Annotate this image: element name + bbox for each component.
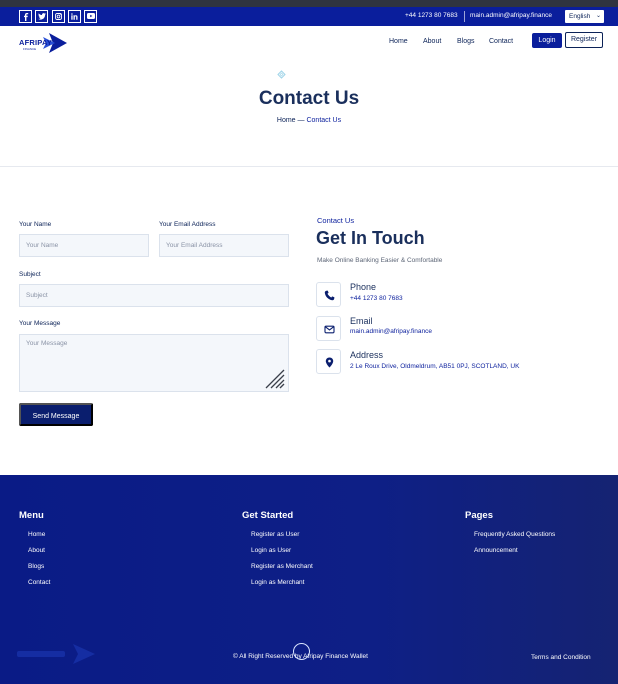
footer-link-register-user[interactable]: Register as User	[251, 531, 299, 538]
register-button[interactable]: Register	[565, 32, 603, 48]
message-textarea[interactable]	[19, 334, 289, 392]
breadcrumb-current: Contact Us	[306, 117, 342, 124]
location-icon-box	[316, 349, 341, 374]
page-title: Contact Us	[258, 88, 360, 109]
footer-menu-title: Menu	[19, 510, 44, 521]
chevron-down-icon: ⌄	[595, 13, 601, 19]
contact-phone-value[interactable]: +44 1273 80 7683	[350, 295, 403, 302]
phone-icon	[324, 290, 335, 301]
footer-pages-title: Pages	[465, 510, 493, 521]
location-pin-icon	[325, 357, 334, 368]
message-label: Your Message	[19, 320, 61, 327]
afripay-logo[interactable]: AFRIPAY FINANCE	[19, 31, 69, 55]
contact-email-title: Email	[350, 316, 373, 326]
contact-title: Get In Touch	[316, 228, 425, 248]
twitter-icon[interactable]	[35, 10, 48, 23]
browser-chrome-strip	[0, 0, 618, 7]
instagram-icon[interactable]	[52, 10, 65, 23]
nav-about[interactable]: About	[423, 38, 441, 45]
footer-link-login-merchant[interactable]: Login as Merchant	[251, 579, 304, 586]
contact-subtitle: Make Online Banking Easier & Comfortable	[317, 257, 443, 264]
nav-blogs[interactable]: Blogs	[457, 38, 475, 45]
footer-link-register-merchant[interactable]: Register as Merchant	[251, 563, 313, 570]
topbar-phone[interactable]: +44 1273 80 7683	[405, 12, 458, 19]
footer-link-contact[interactable]: Contact	[28, 579, 50, 586]
name-input[interactable]	[19, 234, 149, 257]
language-select-value: English	[569, 13, 591, 20]
nav-home[interactable]: Home	[389, 38, 408, 45]
decorative-sparkle-icon	[277, 70, 286, 79]
email-input[interactable]	[159, 234, 289, 257]
breadcrumb: Home — Contact Us	[0, 117, 618, 124]
footer-link-login-user[interactable]: Login as User	[251, 547, 291, 554]
contact-address-value: 2 Le Roux Drive, Oldmeldrum, AB51 0PJ, S…	[350, 363, 520, 370]
linkedin-icon[interactable]	[68, 10, 81, 23]
contact-address-title: Address	[350, 350, 384, 360]
mail-icon-box	[316, 316, 341, 341]
footer-link-announcement[interactable]: Announcement	[474, 547, 518, 554]
topbar-divider	[464, 11, 465, 22]
mail-icon	[324, 325, 335, 334]
subject-label: Subject	[19, 271, 41, 278]
nav-contact[interactable]: Contact	[489, 38, 513, 45]
logo-text: AFRIPAY	[19, 38, 53, 47]
youtube-icon[interactable]	[84, 10, 97, 23]
logo-tagline: FINANCE	[23, 47, 37, 51]
name-label: Your Name	[19, 221, 52, 228]
footer-link-home[interactable]: Home	[28, 531, 45, 538]
footer-link-blogs[interactable]: Blogs	[28, 563, 44, 570]
top-bar: +44 1273 80 7683 main.admin@afripay.fina…	[0, 7, 618, 26]
footer-terms-link[interactable]: Terms and Condition	[531, 654, 591, 661]
resize-handle-icon[interactable]	[264, 368, 286, 390]
facebook-icon[interactable]	[19, 10, 32, 23]
contact-email-value[interactable]: main.admin@afripay.finance	[350, 328, 432, 335]
topbar-email[interactable]: main.admin@afripay.finance	[470, 12, 552, 19]
breadcrumb-home[interactable]: Home	[277, 117, 296, 124]
cursor-ring-icon	[293, 643, 310, 660]
footer-link-faq[interactable]: Frequently Asked Questions	[474, 531, 555, 538]
subject-input[interactable]	[19, 284, 289, 307]
contact-phone-title: Phone	[350, 282, 377, 292]
phone-icon-box	[316, 282, 341, 307]
page-header: Contact Us Home — Contact Us	[0, 59, 618, 167]
contact-eyebrow: Contact Us	[317, 216, 355, 225]
footer-get-started-title: Get Started	[242, 510, 294, 521]
breadcrumb-separator: —	[297, 117, 305, 124]
login-button[interactable]: Login	[532, 33, 562, 48]
main-navbar: AFRIPAY FINANCE Home About Blogs Contact…	[0, 26, 618, 59]
footer-link-about[interactable]: About	[28, 547, 45, 554]
language-select[interactable]: English ⌄	[565, 10, 604, 23]
email-label: Your Email Address	[159, 221, 216, 228]
send-message-button[interactable]: Send Message	[19, 403, 93, 426]
footer-logo-icon[interactable]	[17, 643, 97, 665]
